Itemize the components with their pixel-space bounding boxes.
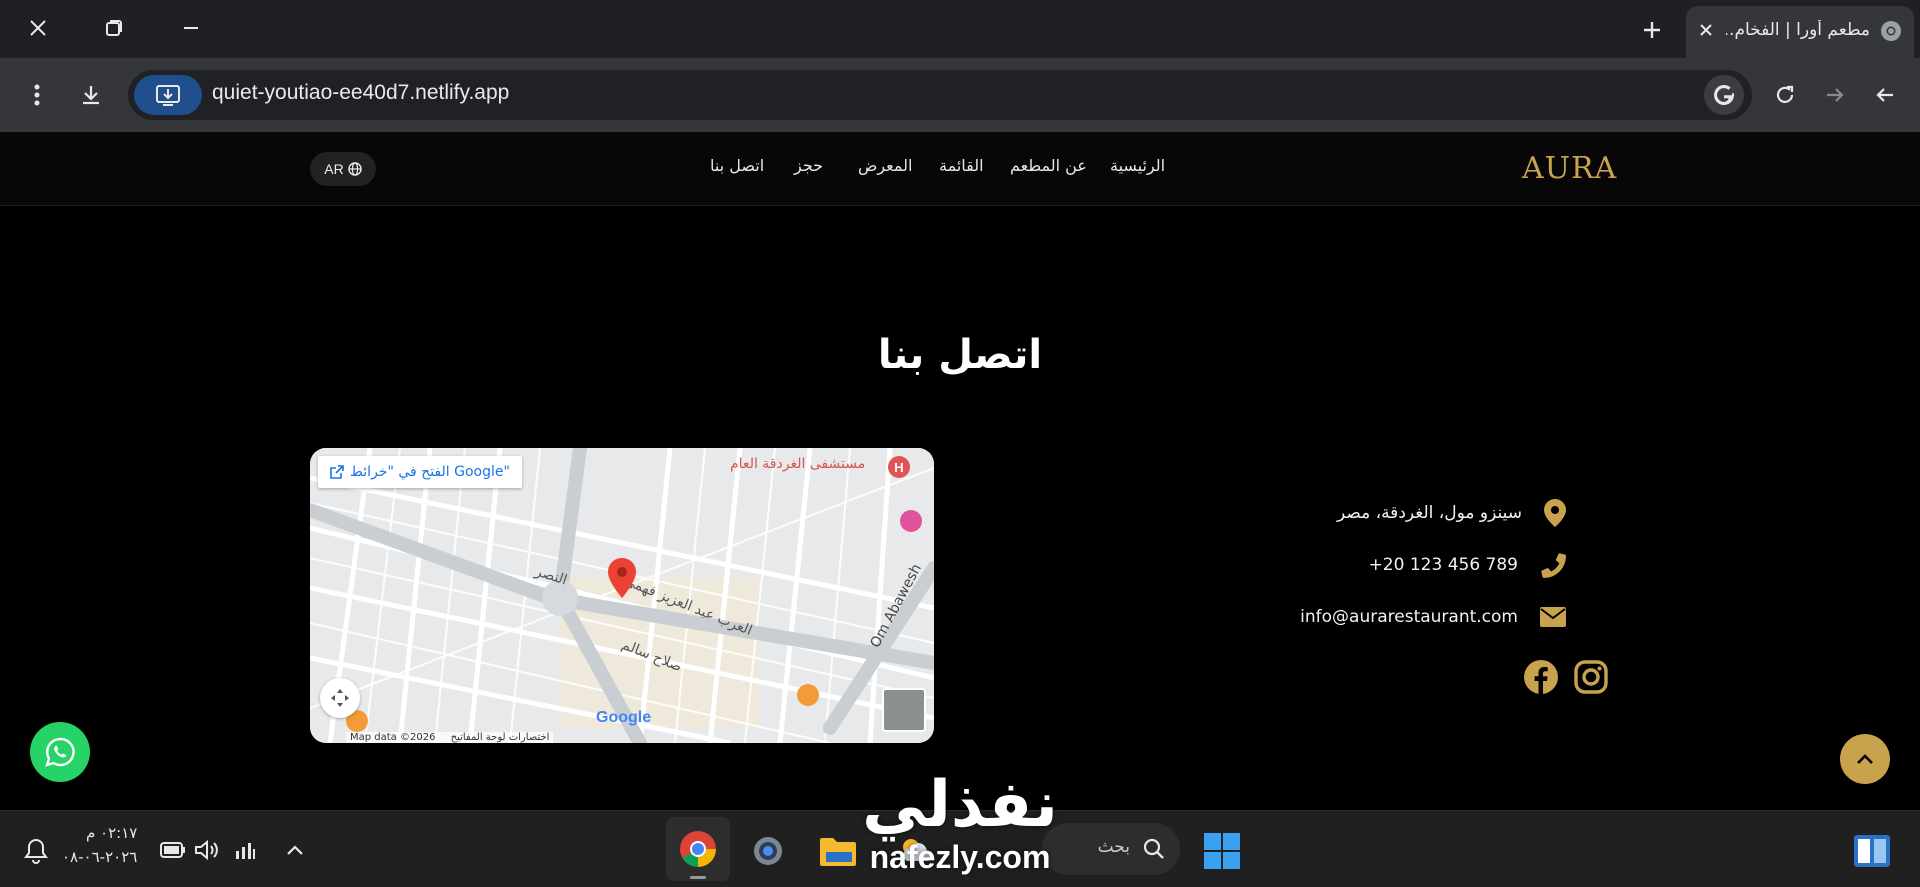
instagram-icon[interactable] xyxy=(1574,660,1608,694)
search-icon xyxy=(1143,838,1164,859)
back-icon[interactable] xyxy=(1866,76,1904,114)
new-tab-button[interactable] xyxy=(1634,12,1670,48)
nav-link-contact[interactable]: اتصل بنا xyxy=(710,156,764,175)
site-logo[interactable]: AURA xyxy=(1522,151,1617,186)
keyboard-shortcuts-link[interactable]: اختصارات لوحة المفاتيح xyxy=(451,732,550,743)
taskbar-settings-icon[interactable] xyxy=(746,829,790,873)
reload-icon[interactable] xyxy=(1766,76,1804,114)
system-clock[interactable]: ٠٢:١٧ م ٢٠٢٦-٠٦-٠٨ xyxy=(62,821,137,869)
scroll-to-top-button[interactable] xyxy=(1840,734,1890,784)
envelope-icon xyxy=(1540,607,1566,627)
open-in-maps-label: الفتح في "خرائط Google" xyxy=(350,464,510,480)
google-lens-icon[interactable] xyxy=(1704,75,1744,115)
taskbar-weather-icon[interactable] xyxy=(893,829,937,873)
window-minimize-icon[interactable] xyxy=(173,10,209,46)
google-map[interactable]: الفتح في "خرائط Google" مستشفى الغردقة ا… xyxy=(310,448,934,743)
section-title: اتصل بنا xyxy=(877,332,1043,378)
open-in-maps-link[interactable]: الفتح في "خرائط Google" xyxy=(318,456,522,488)
facebook-icon[interactable] xyxy=(1524,660,1558,694)
social-links xyxy=(1524,660,1608,694)
contact-email-row: info@aurarestaurant.com xyxy=(1300,602,1566,632)
menu-dots-icon[interactable] xyxy=(18,76,56,114)
contact-email[interactable]: info@aurarestaurant.com xyxy=(1300,607,1518,627)
notification-bell-icon[interactable] xyxy=(20,835,52,867)
taskbar-chrome-icon[interactable] xyxy=(666,817,730,881)
tray-chevron-up-icon[interactable] xyxy=(280,835,310,865)
taskbar-file-explorer-icon[interactable] xyxy=(816,829,860,873)
address-bar[interactable]: quiet-youtiao-ee40d7.netlify.app xyxy=(128,70,1752,120)
whatsapp-button[interactable] xyxy=(30,722,90,782)
active-app-indicator xyxy=(690,876,706,879)
nav-link-menu[interactable]: القائمة xyxy=(939,156,984,175)
system-taskbar: ٠٢:١٧ م ٢٠٢٦-٠٦-٠٨ بحث xyxy=(0,810,1920,887)
taskbar-widgets-icon[interactable] xyxy=(1850,829,1894,873)
external-link-icon xyxy=(330,465,344,479)
map-attribution: Map data ©2026 اختصارات لوحة المفاتيح xyxy=(346,732,554,743)
map-attribution-text: Map data ©2026 xyxy=(350,732,436,743)
taskbar-search[interactable]: بحث xyxy=(1042,823,1180,875)
chevron-up-icon xyxy=(1857,754,1873,764)
location-icon xyxy=(1544,499,1566,527)
nav-link-home[interactable]: الرئيسية xyxy=(1110,156,1165,175)
language-label: AR xyxy=(324,161,344,177)
forward-icon[interactable] xyxy=(1816,76,1854,114)
poi-marker-icon[interactable] xyxy=(900,510,922,532)
clock-time: ٠٢:١٧ م xyxy=(85,824,138,842)
network-signal-icon[interactable] xyxy=(230,835,260,865)
whatsapp-icon xyxy=(45,737,75,767)
taskbar-search-label: بحث xyxy=(1097,837,1130,857)
clock-date: ٢٠٢٦-٠٦-٠٨ xyxy=(62,848,138,866)
start-menu-icon[interactable] xyxy=(1200,829,1244,873)
google-logo: Google xyxy=(596,709,652,726)
downloads-icon[interactable] xyxy=(72,76,110,114)
location-pin-icon[interactable] xyxy=(608,558,636,598)
install-app-icon[interactable] xyxy=(134,75,202,115)
contact-address: سينزو مول، الغردقة، مصر xyxy=(1336,503,1522,523)
globe-icon xyxy=(348,162,362,176)
language-switcher[interactable]: AR xyxy=(310,152,376,186)
hospital-marker-icon[interactable]: H xyxy=(888,456,910,478)
satellite-toggle[interactable] xyxy=(882,688,926,732)
nav-link-gallery[interactable]: المعرض xyxy=(858,156,912,175)
restaurant-marker-icon[interactable] xyxy=(797,684,819,706)
nav-link-booking[interactable]: حجز xyxy=(794,156,823,175)
chrome-favicon-icon xyxy=(1880,20,1902,46)
browser-toolbar: quiet-youtiao-ee40d7.netlify.app xyxy=(0,58,1920,132)
contact-phone[interactable]: +20 123 456 789 xyxy=(1369,555,1518,575)
battery-icon[interactable] xyxy=(158,835,188,865)
nav-link-about[interactable]: عن المطعم xyxy=(1010,156,1087,175)
tab-close-icon[interactable] xyxy=(1694,18,1718,42)
window-restore-icon[interactable] xyxy=(96,10,132,46)
phone-icon xyxy=(1541,553,1566,578)
website-viewport: AURA الرئيسية عن المطعم القائمة المعرض ح… xyxy=(0,132,1920,810)
site-header: AURA الرئيسية عن المطعم القائمة المعرض ح… xyxy=(0,132,1920,206)
map-label-hospital: مستشفى الغردقة العام xyxy=(730,456,866,472)
recenter-map-icon[interactable] xyxy=(320,678,360,718)
window-close-icon[interactable] xyxy=(20,10,56,46)
contact-phone-row: +20 123 456 789 xyxy=(1369,550,1566,580)
contact-address-row: سينزو مول، الغردقة، مصر xyxy=(1337,498,1566,528)
volume-icon[interactable] xyxy=(192,835,222,865)
browser-tab[interactable]: مطعم أورا | الفخام... xyxy=(1686,6,1914,58)
browser-tab-bar: مطعم أورا | الفخام... xyxy=(0,0,1920,58)
url-text[interactable]: quiet-youtiao-ee40d7.netlify.app xyxy=(212,81,509,105)
tab-title: مطعم أورا | الفخام... xyxy=(1726,20,1870,40)
